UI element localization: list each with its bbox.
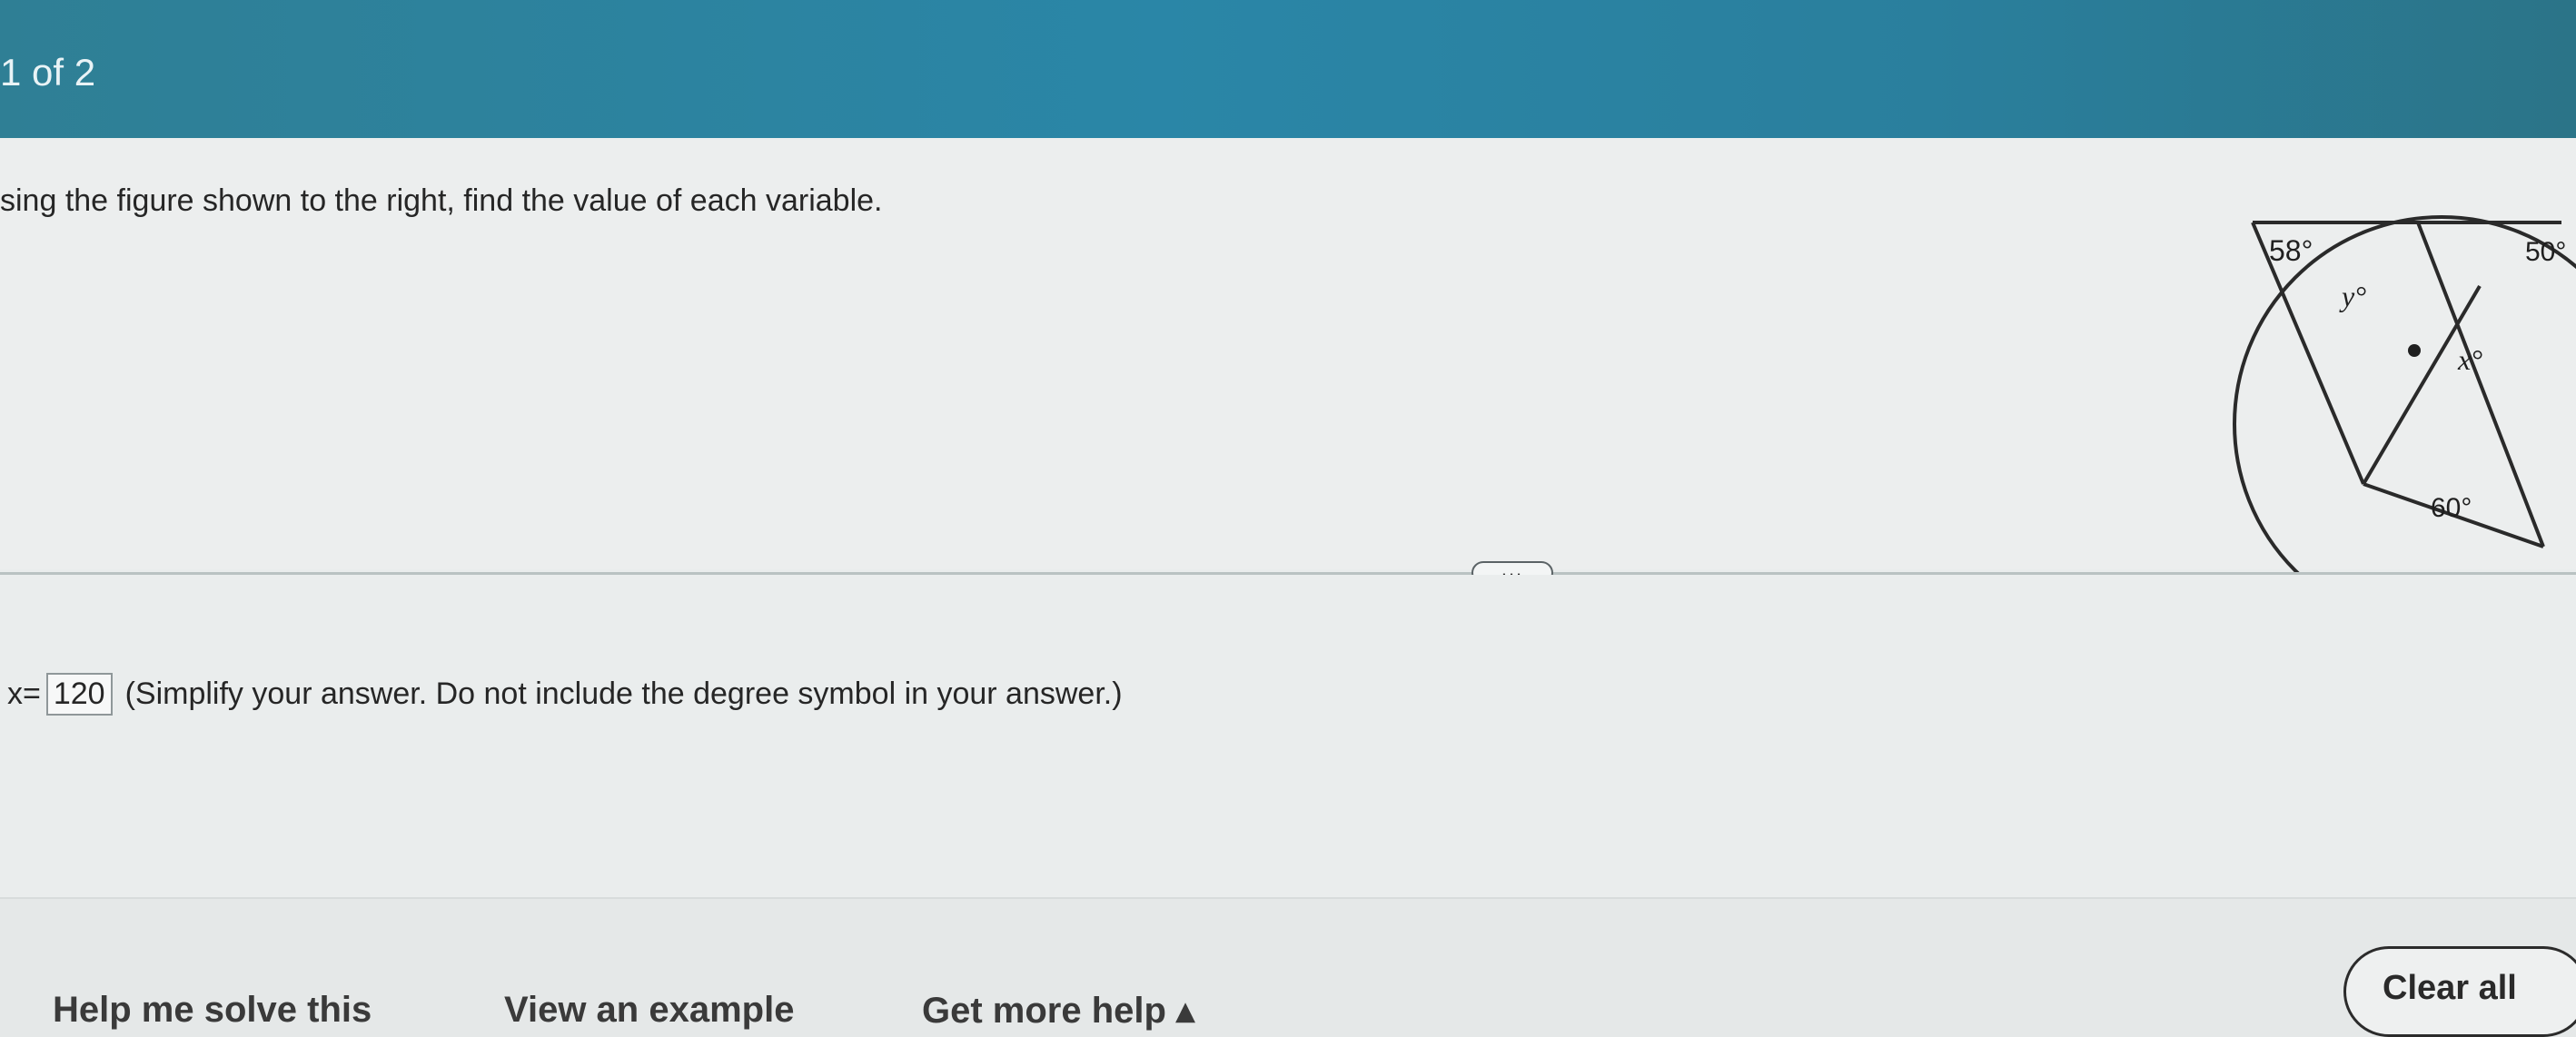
- label-y: y°: [2339, 280, 2366, 312]
- label-x: x°: [2457, 343, 2482, 376]
- question-counter: 1 of 2: [0, 51, 96, 94]
- answer-input[interactable]: 120: [45, 673, 113, 716]
- header-bar: 1 of 2: [0, 0, 2576, 138]
- circle: [2233, 215, 2576, 633]
- clear-all-button[interactable]: Clear all: [2343, 946, 2576, 1037]
- view-example-button[interactable]: View an example: [504, 990, 794, 1031]
- problem-instruction: sing the figure shown to the right, find…: [0, 183, 883, 218]
- footer-toolbar: Help me solve this View an example Get m…: [0, 897, 2576, 1037]
- center-dot: [2408, 344, 2421, 357]
- get-more-help-button[interactable]: Get more help ▴: [922, 990, 1194, 1032]
- clear-all-label: Clear all: [2383, 969, 2517, 1007]
- label-60: 60°: [2431, 493, 2472, 523]
- answer-line: x= 120 (Simplify your answer. Do not inc…: [0, 673, 1123, 716]
- label-58: 58°: [2269, 234, 2313, 267]
- answer-panel: x= 120 (Simplify your answer. Do not inc…: [0, 575, 2576, 897]
- help-me-solve-button[interactable]: Help me solve this: [53, 990, 372, 1031]
- answer-variable-label: x=: [7, 677, 41, 711]
- page: 1 of 2 sing the figure shown to the righ…: [0, 0, 2576, 1037]
- label-50: 50°: [2525, 237, 2566, 267]
- problem-panel: sing the figure shown to the right, find…: [0, 138, 2576, 633]
- geometry-figure: 58° y° 50° x° 60°: [2198, 179, 2576, 633]
- answer-instruction: (Simplify your answer. Do not include th…: [124, 677, 1123, 711]
- center-chord: [2362, 284, 2482, 486]
- circle-figure: 58° y° 50° x° 60°: [2233, 215, 2576, 633]
